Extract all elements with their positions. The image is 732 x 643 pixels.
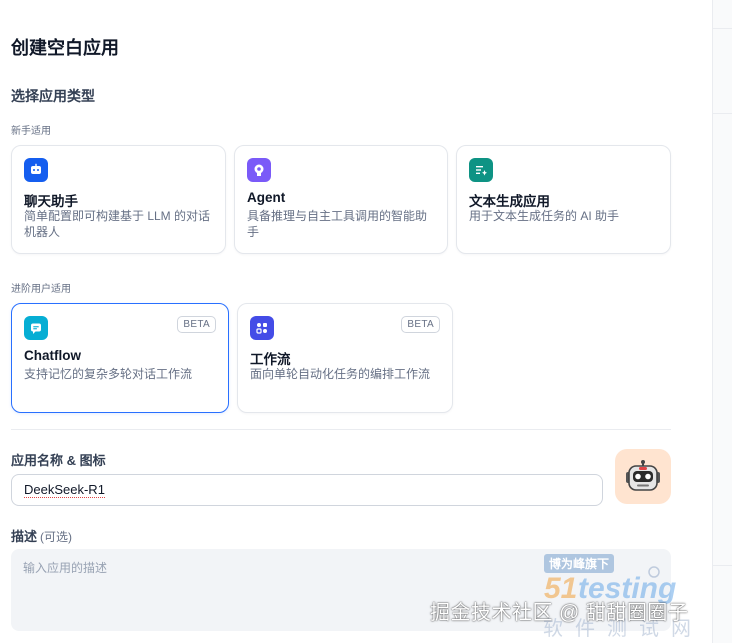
description-label: 描述 (可选) bbox=[11, 526, 72, 545]
workflow-icon bbox=[250, 316, 274, 340]
beginner-group-label: 新手适用 bbox=[11, 126, 51, 137]
right-panel-edge bbox=[712, 0, 732, 643]
app-type-card-workflow[interactable]: BETA 工作流 面向单轮自动化任务的编排工作流 bbox=[237, 303, 453, 413]
right-panel-divider bbox=[713, 113, 732, 114]
card-description: 面向单轮自动化任务的编排工作流 bbox=[250, 367, 431, 381]
card-name: 聊天助手 bbox=[24, 194, 78, 209]
app-type-card-chatflow[interactable]: BETA Chatflow 支持记忆的复杂多轮对话工作流 bbox=[11, 303, 229, 413]
advanced-group-label: 进阶用户适用 bbox=[11, 284, 71, 295]
app-type-card-agent[interactable]: Agent 具备推理与自主工具调用的智能助手 bbox=[234, 145, 448, 254]
card-name: Chatflow bbox=[24, 348, 81, 363]
app-type-card-text-generator[interactable]: 文本生成应用 用于文本生成任务的 AI 助手 bbox=[456, 145, 671, 254]
beta-badge: BETA bbox=[401, 316, 440, 333]
agent-icon bbox=[247, 158, 271, 182]
watermark-juejin: 掘金技术社区 @ 甜甜圈圈子 bbox=[430, 602, 689, 624]
app-name-input[interactable]: DeekSeek-R1 bbox=[11, 474, 603, 506]
text-generator-icon bbox=[469, 158, 493, 182]
card-name: 工作流 bbox=[250, 352, 291, 367]
card-description: 用于文本生成任务的 AI 助手 bbox=[469, 209, 620, 223]
beta-badge: BETA bbox=[177, 316, 216, 333]
card-description: 具备推理与自主工具调用的智能助手 bbox=[247, 209, 428, 239]
app-name-value: DeekSeek-R1 bbox=[24, 482, 105, 498]
card-name: Agent bbox=[247, 190, 286, 205]
right-panel-divider bbox=[713, 28, 732, 29]
app-avatar-button[interactable] bbox=[615, 449, 671, 504]
card-description: 支持记忆的复杂多轮对话工作流 bbox=[24, 367, 193, 381]
robot-icon bbox=[626, 459, 660, 491]
card-name: 文本生成应用 bbox=[469, 194, 550, 209]
app-name-label: 应用名称 & 图标 bbox=[11, 453, 106, 468]
dialog-title: 创建空白应用 bbox=[11, 38, 119, 58]
chatflow-icon bbox=[24, 316, 48, 340]
description-optional-hint: (可选) bbox=[40, 530, 73, 544]
app-type-section-title: 选择应用类型 bbox=[11, 88, 95, 104]
card-description: 简单配置即可构建基于 LLM 的对话机器人 bbox=[24, 209, 211, 239]
app-type-card-chat-assistant[interactable]: 聊天助手 简单配置即可构建基于 LLM 的对话机器人 bbox=[11, 145, 226, 254]
chat-bot-icon bbox=[24, 158, 48, 182]
description-placeholder: 输入应用的描述 bbox=[23, 561, 108, 575]
description-label-text: 描述 bbox=[11, 529, 38, 544]
section-divider bbox=[11, 429, 671, 430]
